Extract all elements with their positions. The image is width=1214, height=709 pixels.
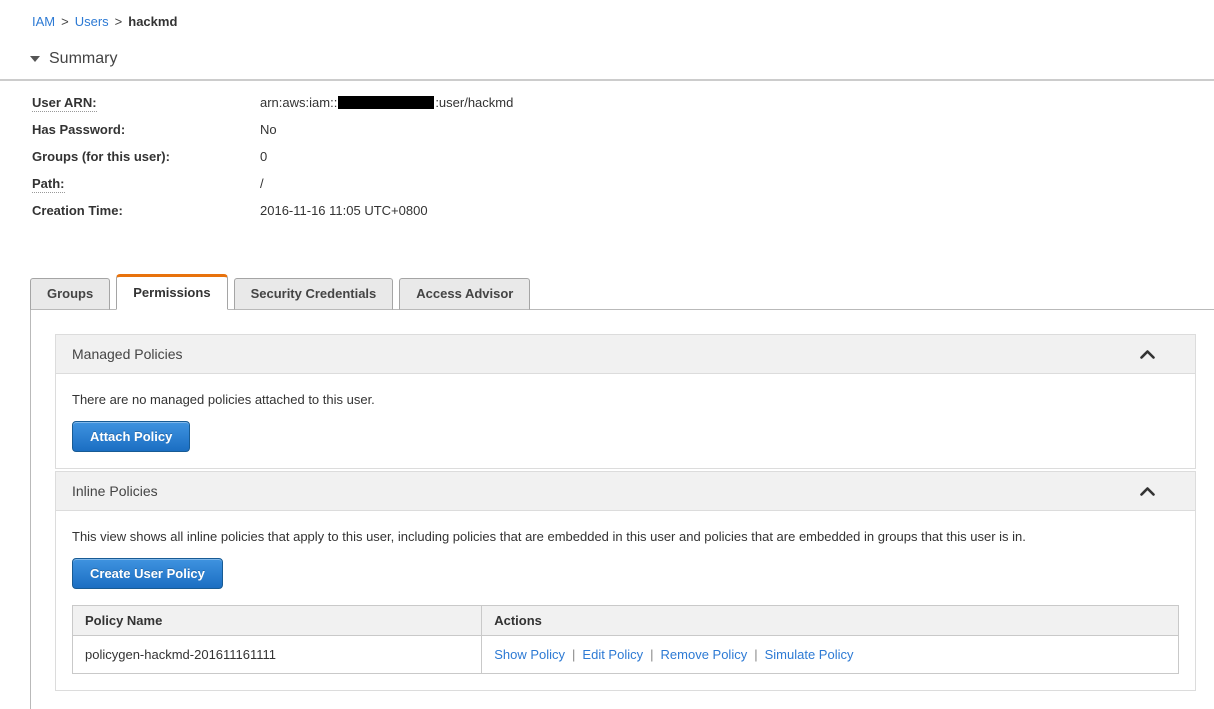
field-path: Path: / xyxy=(32,176,1214,203)
chevron-up-icon xyxy=(1140,349,1155,359)
column-header-policy-name: Policy Name xyxy=(71,605,483,636)
action-separator: | xyxy=(572,647,576,662)
arn-prefix: arn:aws:iam:: xyxy=(260,95,338,110)
inline-policies-collapse-button[interactable] xyxy=(1140,486,1179,496)
action-separator: | xyxy=(754,647,758,662)
field-groups: Groups (for this user): 0 xyxy=(32,149,1214,176)
inline-policies-title: Inline Policies xyxy=(72,483,158,499)
summary-header[interactable]: Summary xyxy=(30,47,1214,71)
tab-permissions[interactable]: Permissions xyxy=(116,274,228,310)
field-label-text: Path: xyxy=(32,176,65,193)
chevron-up-icon xyxy=(1140,486,1155,496)
field-label: Creation Time: xyxy=(32,203,123,218)
policy-actions-cell: Show Policy | Edit Policy | Remove Policy | Si… xyxy=(481,635,1179,674)
edit-policy-link[interactable]: Edit Policy xyxy=(582,647,643,662)
field-user-arn: User ARN: arn:aws:iam:::user/hackmd xyxy=(32,95,1214,122)
tab-security-credentials[interactable]: Security Credentials xyxy=(233,278,394,310)
table-header-row: Policy Name Actions xyxy=(71,605,1179,636)
field-value: No xyxy=(260,122,277,137)
tab-groups[interactable]: Groups xyxy=(30,278,111,310)
inline-policies-header: Inline Policies xyxy=(56,472,1195,511)
inline-policies-body: This view shows all inline policies that… xyxy=(56,511,1195,690)
table-row: policygen-hackmd-201611161111 Show Polic… xyxy=(71,635,1179,674)
column-header-actions: Actions xyxy=(481,605,1179,636)
breadcrumb-separator: > xyxy=(114,14,123,29)
permissions-tab-panel: Managed Policies There are no managed po… xyxy=(30,309,1214,709)
managed-policies-collapse-button[interactable] xyxy=(1140,349,1179,359)
inline-policies-table: Policy Name Actions policygen-hackmd-201… xyxy=(71,605,1179,674)
inline-policies-description: This view shows all inline policies that… xyxy=(72,529,1026,544)
field-has-password: Has Password: No xyxy=(32,122,1214,149)
breadcrumb-separator: > xyxy=(61,14,69,29)
attach-policy-button[interactable]: Attach Policy xyxy=(72,421,191,452)
breadcrumb: IAM > Users > hackmd xyxy=(0,0,1214,29)
remove-policy-link[interactable]: Remove Policy xyxy=(661,647,748,662)
action-separator: | xyxy=(650,647,654,662)
summary-title: Summary xyxy=(49,50,118,67)
user-arn-value: arn:aws:iam:::user/hackmd xyxy=(260,95,513,111)
field-creation-time: Creation Time: 2016-11-16 11:05 UTC+0800 xyxy=(32,203,1214,230)
field-label: Has Password: xyxy=(32,122,126,137)
inline-policies-section: Inline Policies This view shows all inli… xyxy=(55,471,1196,691)
field-label-text: User ARN: xyxy=(32,95,97,112)
arn-suffix: :user/hackmd xyxy=(435,95,514,110)
managed-policies-header: Managed Policies xyxy=(56,335,1195,374)
caret-down-icon xyxy=(30,56,40,62)
managed-policies-title: Managed Policies xyxy=(72,346,183,362)
breadcrumb-link-iam[interactable]: IAM xyxy=(32,14,55,29)
tab-bar: Groups Permissions Security Credentials … xyxy=(30,274,1214,310)
breadcrumb-link-users[interactable]: Users xyxy=(75,14,109,29)
simulate-policy-link[interactable]: Simulate Policy xyxy=(765,647,854,662)
field-value: 0 xyxy=(260,149,268,164)
field-value: 2016-11-16 11:05 UTC+0800 xyxy=(260,203,428,218)
show-policy-link[interactable]: Show Policy xyxy=(494,647,565,662)
field-label: Groups (for this user): xyxy=(32,149,170,164)
summary-fields: User ARN: arn:aws:iam:::user/hackmd Has … xyxy=(32,95,1214,230)
tab-access-advisor[interactable]: Access Advisor xyxy=(399,278,531,310)
managed-policies-body: There are no managed policies attached t… xyxy=(56,374,1195,468)
managed-policies-empty-text: There are no managed policies attached t… xyxy=(72,392,375,407)
redacted-account-id xyxy=(338,96,435,110)
managed-policies-section: Managed Policies There are no managed po… xyxy=(55,334,1196,469)
summary-divider xyxy=(0,79,1214,81)
field-label: User ARN: xyxy=(32,95,260,112)
field-value: / xyxy=(260,176,264,191)
create-user-policy-button[interactable]: Create User Policy xyxy=(72,558,223,589)
policy-name-cell: policygen-hackmd-201611161111 xyxy=(71,635,483,674)
field-label: Path: xyxy=(32,176,260,193)
breadcrumb-current-user: hackmd xyxy=(128,14,178,29)
